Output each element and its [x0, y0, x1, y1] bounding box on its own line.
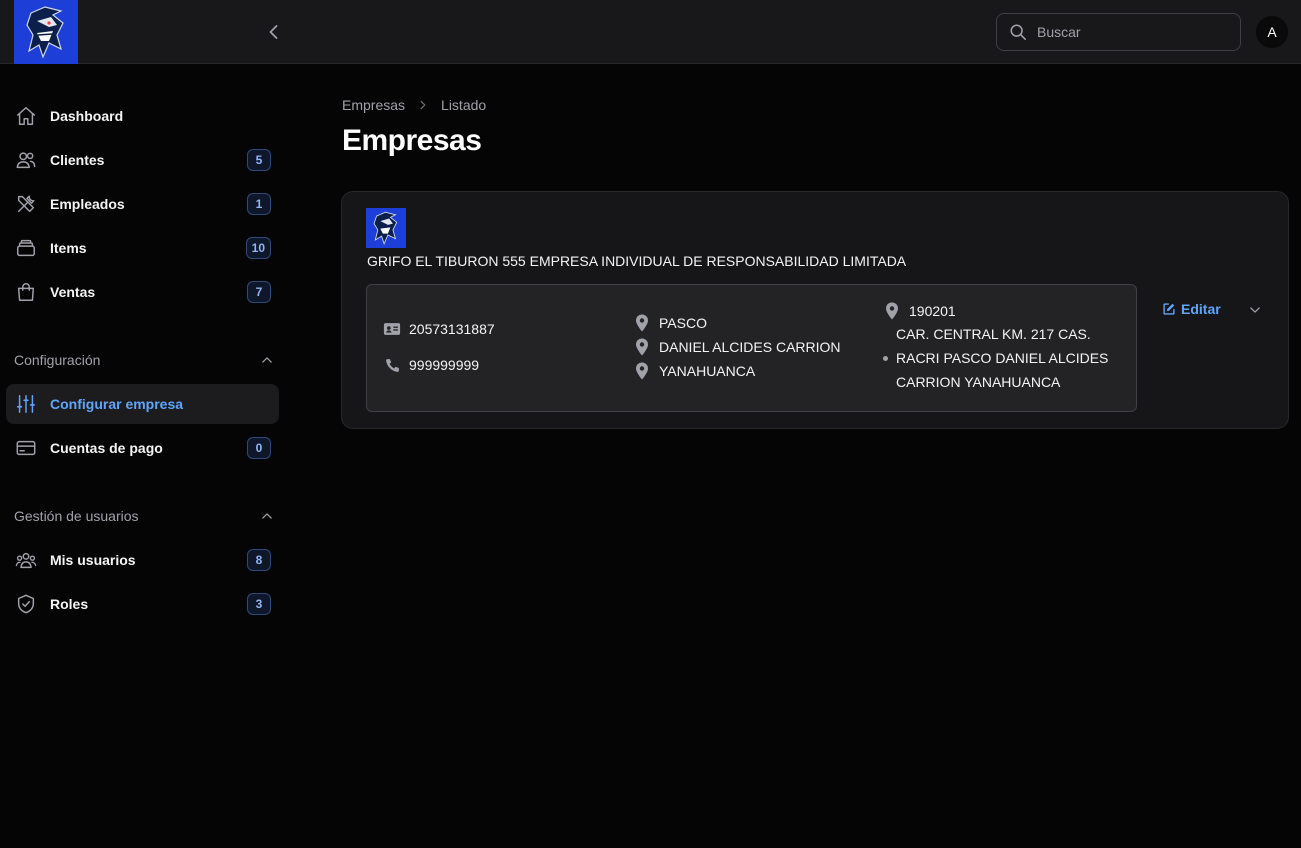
- address-line-2: RACRI PASCO DANIEL ALCIDES: [896, 350, 1109, 366]
- user-group-icon: [14, 548, 38, 572]
- ruc-row: 20573131887: [383, 320, 495, 338]
- edit-label: Editar: [1181, 301, 1221, 317]
- province-value: DANIEL ALCIDES CARRION: [659, 339, 841, 355]
- phone-icon: [383, 356, 401, 374]
- expand-button[interactable]: [1245, 300, 1265, 320]
- sidebar-item-dashboard[interactable]: Dashboard: [6, 96, 279, 136]
- address-line-1: CAR. CENTRAL KM. 217 CAS.: [896, 326, 1091, 342]
- bullet-icon: [883, 355, 888, 361]
- address-row-1: CAR. CENTRAL KM. 217 CAS.: [896, 326, 1091, 342]
- breadcrumb-item-listado: Listado: [441, 97, 487, 113]
- sidebar-item-label: Configurar empresa: [50, 396, 184, 412]
- ubigeo-row: 190201: [883, 302, 956, 320]
- shopping-bag-icon: [14, 280, 38, 304]
- district-row: YANAHUANCA: [633, 362, 755, 380]
- count-badge: 3: [247, 593, 271, 615]
- sidebar: Dashboard Clientes 5 Empleados 1 Items 1…: [0, 65, 290, 848]
- search-box[interactable]: [996, 13, 1241, 51]
- company-card: GRIFO EL TIBURON 555 EMPRESA INDIVIDUAL …: [341, 191, 1289, 429]
- company-logo: [366, 208, 406, 248]
- breadcrumb-item-empresas[interactable]: Empresas: [342, 97, 405, 113]
- collapse-sidebar-button[interactable]: [262, 20, 286, 44]
- count-badge: 7: [247, 281, 271, 303]
- shark-logo[interactable]: [14, 0, 78, 64]
- address-row-3: CARRION YANAHUANCA: [896, 374, 1060, 390]
- page-title: Empresas: [342, 124, 482, 157]
- sidebar-item-label: Items: [50, 240, 87, 256]
- sidebar-item-label: Clientes: [50, 152, 105, 168]
- group-title: Configuración: [14, 352, 101, 368]
- sidebar-item-cuentas-de-pago[interactable]: Cuentas de pago 0: [6, 428, 279, 468]
- map-pin-icon: [883, 302, 901, 320]
- department-row: PASCO: [633, 314, 707, 332]
- phone-value: 999999999: [409, 357, 480, 373]
- sidebar-item-ventas[interactable]: Ventas 7: [6, 272, 279, 312]
- sidebar-item-items[interactable]: Items 10: [6, 228, 279, 268]
- tools-icon: [14, 192, 38, 216]
- sidebar-item-label: Dashboard: [50, 108, 124, 124]
- count-badge: 10: [245, 237, 271, 259]
- credit-card-icon: [14, 436, 38, 460]
- stack-icon: [14, 236, 38, 260]
- search-icon: [1010, 24, 1026, 40]
- province-row: DANIEL ALCIDES CARRION: [633, 338, 841, 356]
- chevron-up-icon: [262, 513, 272, 519]
- sidebar-item-label: Cuentas de pago: [50, 440, 163, 456]
- group-header-gestion-usuarios[interactable]: Gestión de usuarios: [14, 504, 274, 528]
- company-details-panel: 20573131887 999999999 PASCO DANIEL ALCID…: [366, 284, 1137, 412]
- edit-button[interactable]: Editar: [1162, 301, 1221, 317]
- ruc-value: 20573131887: [409, 321, 495, 337]
- pencil-square-icon: [1163, 303, 1175, 315]
- map-pin-icon: [633, 338, 651, 356]
- district-value: YANAHUANCA: [659, 363, 756, 379]
- map-pin-icon: [633, 362, 651, 380]
- sidebar-item-clientes[interactable]: Clientes 5: [6, 140, 279, 180]
- sliders-icon: [14, 392, 38, 416]
- home-icon: [14, 104, 38, 128]
- sidebar-item-label: Roles: [50, 596, 89, 612]
- shield-check-icon: [14, 592, 38, 616]
- map-pin-icon: [633, 314, 651, 332]
- count-badge: 1: [247, 193, 271, 215]
- chevron-right-icon: [417, 99, 429, 111]
- ubigeo-value: 190201: [909, 303, 956, 319]
- top-bar: A: [0, 0, 1301, 64]
- count-badge: 5: [247, 149, 271, 171]
- chevron-down-icon: [1250, 307, 1260, 313]
- department-value: PASCO: [659, 315, 707, 331]
- search-input[interactable]: [1037, 24, 1227, 40]
- sidebar-item-roles[interactable]: Roles 3: [6, 584, 279, 624]
- chevron-left-icon: [269, 25, 278, 39]
- chevron-up-icon: [262, 357, 272, 363]
- company-name: GRIFO EL TIBURON 555 EMPRESA INDIVIDUAL …: [367, 253, 907, 269]
- sidebar-item-empleados[interactable]: Empleados 1: [6, 184, 279, 224]
- count-badge: 0: [247, 437, 271, 459]
- sidebar-item-label: Mis usuarios: [50, 552, 136, 568]
- id-card-icon: [383, 320, 401, 338]
- breadcrumb: Empresas Listado: [342, 97, 486, 113]
- count-badge: 8: [247, 549, 271, 571]
- user-avatar[interactable]: A: [1256, 16, 1288, 48]
- address-row-2: RACRI PASCO DANIEL ALCIDES: [883, 350, 1108, 366]
- sidebar-item-label: Ventas: [50, 284, 96, 300]
- sidebar-item-configurar-empresa[interactable]: Configurar empresa: [6, 384, 279, 424]
- sidebar-item-label: Empleados: [50, 196, 125, 212]
- group-header-configuracion[interactable]: Configuración: [14, 348, 274, 372]
- users-icon: [14, 148, 38, 172]
- sidebar-item-mis-usuarios[interactable]: Mis usuarios 8: [6, 540, 279, 580]
- phone-row: 999999999: [383, 356, 479, 374]
- group-title: Gestión de usuarios: [14, 508, 139, 524]
- address-line-3: CARRION YANAHUANCA: [896, 374, 1061, 390]
